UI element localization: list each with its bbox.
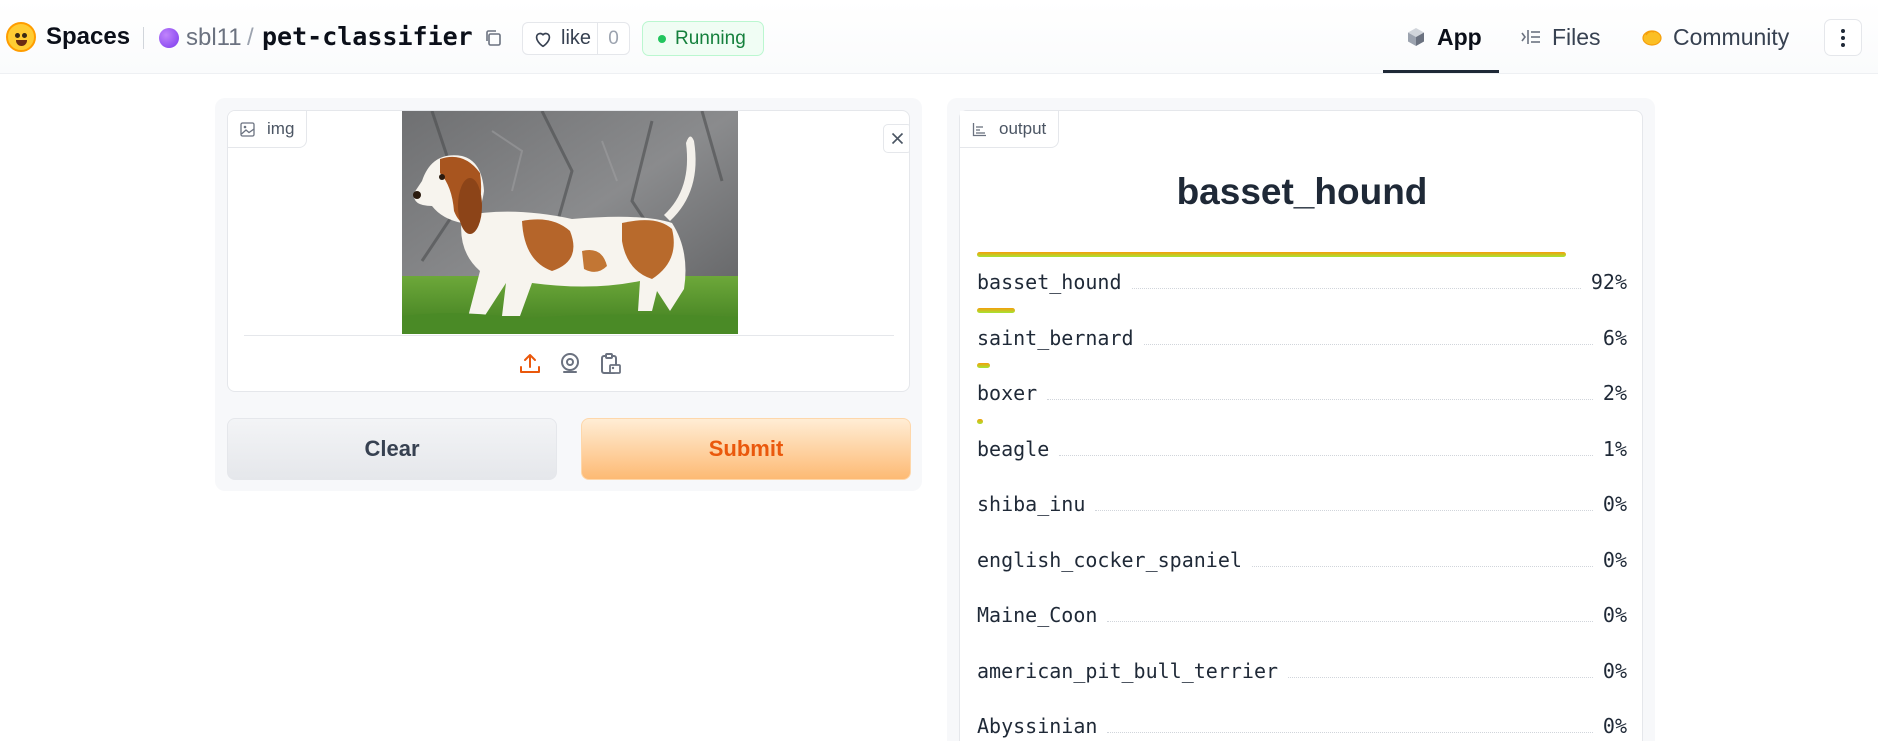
confidence-label: Maine_Coon: [977, 603, 1098, 627]
confidence-bar: [977, 252, 1566, 257]
like-label: like: [561, 27, 592, 49]
confidence-leader: [1095, 497, 1593, 511]
uploaded-dog-image: [402, 111, 738, 334]
copy-icon[interactable]: [484, 29, 502, 47]
active-tab-indicator: [1383, 70, 1499, 73]
confidence-label: basset_hound: [977, 270, 1122, 294]
status-dot-icon: [658, 34, 666, 43]
confidence-label: boxer: [977, 381, 1038, 405]
confidence-row[interactable]: american_pit_bull_terrier 0%: [977, 641, 1627, 697]
confidence-value: 0%: [1602, 603, 1627, 627]
top-bar: Spaces sbl11 / pet-classifier like 0 Run…: [0, 0, 1878, 74]
like-button[interactable]: like 0: [522, 22, 630, 55]
bar-chart-icon: [972, 122, 986, 136]
label-output-box: output basset_hound basset_hound 92% saint…: [959, 110, 1643, 741]
confidence-row[interactable]: beagle 1%: [977, 418, 1627, 475]
confidence-leader: [1107, 608, 1593, 622]
confidence-leader: [1059, 442, 1593, 456]
like-count[interactable]: 0: [597, 28, 630, 50]
output-panel: output basset_hound basset_hound 92% saint…: [947, 98, 1655, 741]
output-label-text: output: [999, 119, 1047, 138]
tab-files-label: Files: [1552, 23, 1601, 50]
tab-community-label: Community: [1673, 23, 1790, 50]
header-divider: [143, 27, 144, 49]
owner-avatar[interactable]: [159, 28, 179, 48]
image-icon: [240, 121, 255, 137]
tab-app-label: App: [1437, 23, 1482, 50]
repo-name-link[interactable]: pet-classifier: [262, 22, 473, 51]
confidence-value: 2%: [1602, 381, 1627, 405]
files-list-icon: [1521, 30, 1540, 44]
source-divider: [244, 335, 894, 336]
owner-link[interactable]: sbl11: [186, 24, 242, 52]
confidence-line: american_pit_bull_terrier 0%: [977, 659, 1627, 683]
input-panel: img Clear Submit: [215, 98, 922, 491]
image-input-box[interactable]: img: [227, 110, 910, 392]
confidence-value: 6%: [1602, 325, 1627, 350]
confidence-line: saint_bernard 6%: [977, 326, 1627, 350]
status-text: Running: [675, 27, 746, 49]
confidence-value: 1%: [1602, 436, 1627, 461]
tab-community[interactable]: Community: [1641, 0, 1789, 74]
confidence-line: Maine_Coon 0%: [977, 603, 1627, 627]
upload-icon[interactable]: [518, 352, 542, 376]
clipboard-icon[interactable]: [598, 352, 622, 376]
confidence-row[interactable]: Maine_Coon 0%: [977, 585, 1627, 641]
more-options-button[interactable]: [1824, 19, 1862, 56]
webcam-icon[interactable]: [558, 352, 582, 376]
output-block-label: output: [960, 111, 1060, 148]
confidence-line: english_cocker_spaniel 0%: [977, 548, 1627, 572]
confidence-label: english_cocker_spaniel: [977, 547, 1242, 572]
status-badge: Running: [642, 21, 764, 56]
confidence-label: beagle: [977, 436, 1050, 461]
confidence-line: shiba_inu 0%: [977, 492, 1627, 516]
tab-app[interactable]: App: [1405, 0, 1482, 74]
tab-files[interactable]: Files: [1520, 0, 1601, 74]
confidence-value: 0%: [1602, 714, 1627, 738]
community-hand-icon: [1642, 30, 1662, 46]
confidence-line: basset_hound 92%: [977, 270, 1627, 294]
confidence-value: 0%: [1602, 492, 1627, 516]
confidence-label: shiba_inu: [977, 492, 1086, 516]
predicted-label: basset_hound: [1176, 171, 1428, 212]
confidence-leader: [1047, 386, 1593, 400]
confidence-row[interactable]: saint_bernard 6%: [977, 307, 1627, 364]
confidence-leader: [1251, 553, 1593, 567]
path-separator: /: [247, 24, 254, 51]
spaces-brand-link[interactable]: Spaces: [46, 23, 130, 51]
clear-button[interactable]: Clear: [227, 418, 557, 480]
confidence-row[interactable]: basset_hound 92%: [977, 252, 1627, 308]
confidence-value: 0%: [1602, 658, 1627, 683]
confidence-row[interactable]: boxer 2%: [977, 363, 1627, 419]
confidence-leader: [1107, 719, 1593, 733]
confidence-bar: [977, 307, 1016, 313]
confidence-line: boxer 2%: [977, 381, 1627, 405]
confidence-value: 92%: [1590, 270, 1627, 294]
app-cube-icon: [1408, 28, 1424, 46]
confidence-leader: [1288, 664, 1593, 678]
close-icon: [891, 132, 904, 145]
confidence-leader: [1131, 275, 1581, 289]
confidence-bar: [977, 363, 990, 368]
hugging-face-logo-icon[interactable]: [6, 22, 36, 52]
confidence-row[interactable]: shiba_inu 0%: [977, 474, 1627, 530]
confidence-bar: [977, 418, 984, 424]
confidence-value: 0%: [1602, 547, 1627, 572]
input-block-label: img: [228, 111, 308, 148]
confidence-line: Abyssinian 0%: [977, 714, 1627, 738]
confidence-line: beagle 1%: [977, 437, 1627, 461]
confidence-leader: [1143, 331, 1593, 345]
clear-image-button[interactable]: [883, 124, 909, 153]
confidence-label: saint_bernard: [977, 325, 1134, 350]
heart-icon: [535, 32, 551, 47]
confidence-label: Abyssinian: [977, 714, 1098, 738]
confidence-row[interactable]: Abyssinian 0%: [977, 696, 1627, 741]
input-label-text: img: [267, 119, 295, 138]
confidence-label: american_pit_bull_terrier: [977, 658, 1279, 683]
confidence-row[interactable]: english_cocker_spaniel 0%: [977, 530, 1627, 586]
submit-button[interactable]: Submit: [581, 418, 911, 480]
